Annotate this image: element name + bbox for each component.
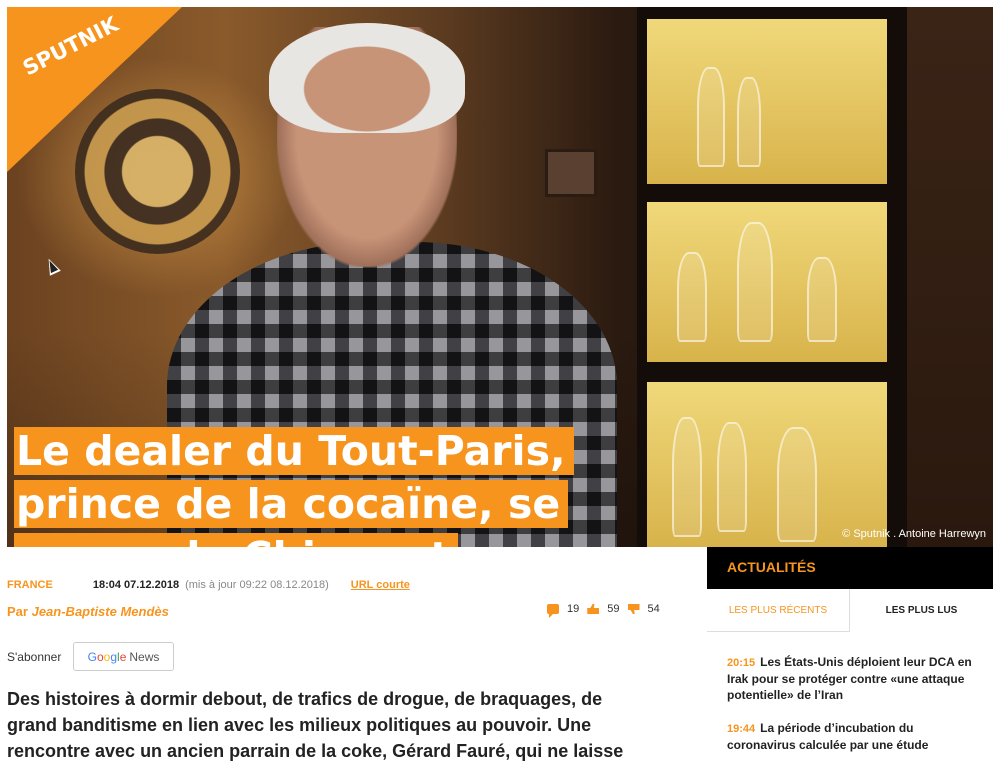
tab-most-recent[interactable]: LES PLUS RÉCENTS <box>707 589 850 632</box>
wall-switch <box>545 149 597 197</box>
news-item[interactable]: 19:44 La période d’incubation du coronavi… <box>727 720 982 753</box>
google-logo: Google <box>87 649 127 664</box>
author-link[interactable]: Jean-Baptiste Mendès <box>32 604 169 619</box>
news-item[interactable]: 20:15 Les États-Unis déploient leur DCA e… <box>727 654 982 703</box>
byline: Par Jean-Baptiste Mendès <box>7 604 169 619</box>
sidebar-title: ACTUALITÉS <box>727 559 816 575</box>
google-news-label: News <box>129 649 160 664</box>
article-stats: 19 59 54 <box>547 603 668 618</box>
comment-icon <box>547 604 559 618</box>
subscribe-label: S'abonner <box>7 650 62 664</box>
short-url-link[interactable]: URL courte <box>351 579 410 591</box>
google-news-button[interactable]: Google News <box>73 642 174 671</box>
thumbs-down-icon <box>627 604 640 614</box>
news-time: 20:15 <box>727 657 756 669</box>
news-time: 19:44 <box>727 723 756 735</box>
thumbs-up-icon <box>587 604 600 614</box>
article-meta: FRANCE 18:04 07.12.2018 (mis à jour 09:2… <box>7 579 410 591</box>
category-link[interactable]: FRANCE <box>7 579 53 591</box>
photo-credit: © Sputnik . Antoine Harrewyn <box>842 528 986 540</box>
headline: Le dealer du Tout-Paris, prince de la co… <box>14 425 604 547</box>
headline-line-3: venge de Chirac et Johnny <box>14 533 458 547</box>
hero-image: SPUTNIK Le dealer du Tout-Paris, prince … <box>7 7 993 547</box>
tab-most-read[interactable]: LES PLUS LUS <box>850 589 993 632</box>
article-lead: Des histoires à dormir debout, de trafic… <box>7 689 624 761</box>
sidebar-tabs: LES PLUS RÉCENTS LES PLUS LUS <box>707 589 993 632</box>
updated-time: (mis à jour 09:22 08.12.2018) <box>185 579 329 591</box>
man-hair <box>269 23 465 133</box>
sidebar-header: ACTUALITÉS <box>707 547 993 589</box>
comments-count[interactable]: 19 <box>547 603 579 618</box>
byline-prefix: Par <box>7 604 28 619</box>
glass-cabinet <box>637 7 993 547</box>
publish-time: 18:04 07.12.2018 <box>92 579 180 591</box>
news-title: Les États-Unis déploient leur DCA en Ira… <box>727 655 972 702</box>
headline-line-1: Le dealer du Tout-Paris, <box>14 427 574 475</box>
news-title: La période d’incubation du coronavirus c… <box>727 721 929 752</box>
dislikes-count[interactable]: 54 <box>627 603 660 615</box>
likes-count[interactable]: 59 <box>587 603 620 615</box>
headline-line-2: prince de la cocaïne, se <box>14 480 569 528</box>
